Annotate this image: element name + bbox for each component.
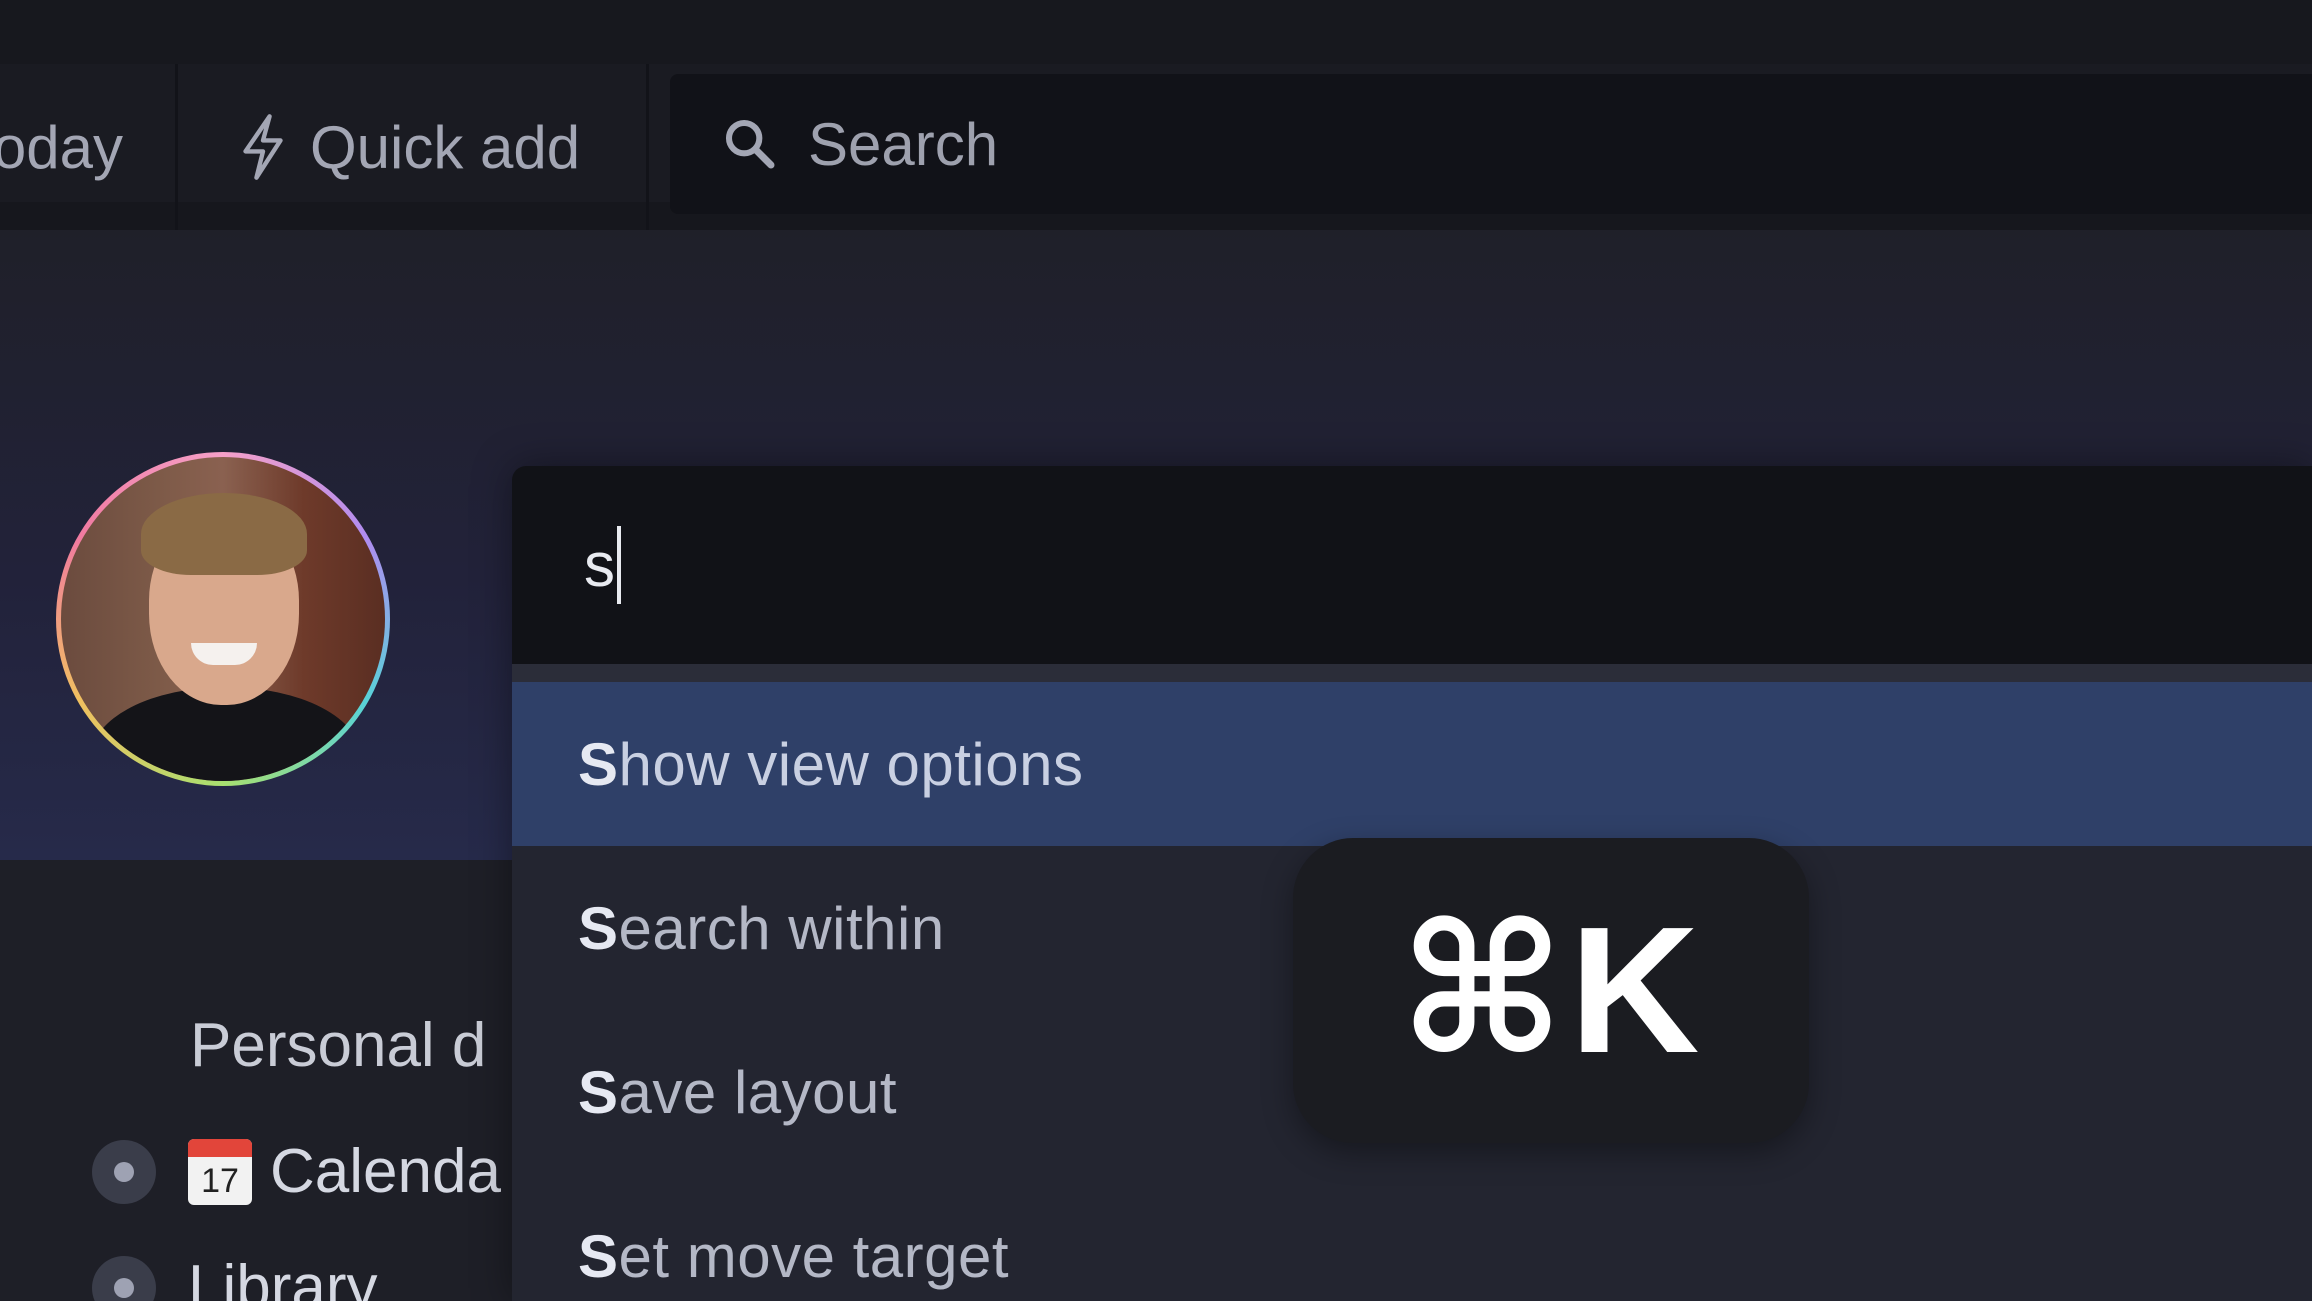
text-caret [617, 526, 621, 604]
search-icon [725, 119, 775, 169]
avatar[interactable] [56, 452, 390, 786]
toolbar: oday Quick add Search [0, 64, 2312, 230]
match-highlight: S [578, 1058, 619, 1126]
command-input[interactable]: s [512, 466, 2312, 664]
command-label: ave layout [618, 1058, 898, 1126]
sidebar-item-calendar[interactable]: 17 Calenda [92, 1136, 501, 1207]
match-highlight: S [578, 1222, 619, 1290]
shortcut-keys: ⌘K [1398, 890, 1704, 1091]
today-label: oday [0, 113, 123, 181]
sidebar-section-label: Personal d [190, 1011, 487, 1080]
lightning-icon [243, 114, 283, 180]
command-set-move-target[interactable]: Set move target [512, 1174, 2312, 1301]
command-label: et move target [618, 1222, 1010, 1290]
command-query: s [584, 530, 615, 600]
match-highlight: S [578, 730, 619, 798]
avatar-photo [61, 457, 385, 781]
app-window: oday Quick add Search Personal d 17 Cale… [0, 0, 2312, 1301]
search-label: Search [808, 110, 999, 178]
palette-divider [512, 664, 2312, 682]
search-bar[interactable]: Search [670, 74, 2312, 214]
avatar-hair [141, 493, 307, 575]
calendar-icon-day: 17 [201, 1161, 239, 1200]
sidebar-item-library[interactable]: Library [92, 1252, 378, 1301]
radio-icon [92, 1139, 156, 1204]
match-highlight: S [578, 894, 619, 962]
command-show-view-options[interactable]: Show view options [512, 682, 2312, 846]
sidebar-item-label: Library [188, 1253, 378, 1301]
calendar-icon: 17 [188, 1138, 252, 1205]
today-button[interactable]: oday [0, 64, 178, 230]
command-label: how view options [618, 730, 1084, 798]
radio-icon [92, 1255, 156, 1301]
title-bar [0, 0, 2312, 64]
quick-add-label: Quick add [310, 113, 581, 181]
sidebar-item-label: Calenda [270, 1137, 501, 1206]
command-label: earch within [618, 894, 945, 962]
quick-add-button[interactable]: Quick add [181, 64, 649, 230]
keyboard-shortcut-overlay: ⌘K [1293, 838, 1809, 1143]
